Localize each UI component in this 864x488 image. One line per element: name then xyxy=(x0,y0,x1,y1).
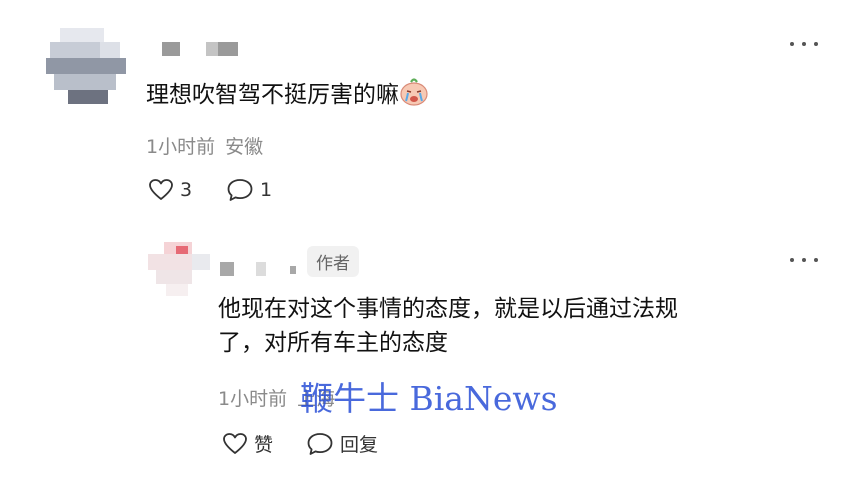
reply-text: 他现在对这个事情的态度，就是以后通过法规 了，对所有车主的态度 xyxy=(218,292,818,360)
comment-text: 理想吹智驾不挺厉害的嘛 xyxy=(146,78,429,112)
reply-username-blurred[interactable] xyxy=(220,262,300,276)
like-button[interactable]: 3 xyxy=(148,178,192,202)
reply-time: 1小时前 xyxy=(218,388,288,410)
username-blurred[interactable] xyxy=(162,42,242,56)
reply-label: 回复 xyxy=(340,434,379,456)
reply-more-options-icon[interactable] xyxy=(790,256,818,264)
comment-time: 1小时前 xyxy=(146,136,216,158)
author-badge: 作者 xyxy=(307,246,359,277)
reply-text-line1: 他现在对这个事情的态度，就是以后通过法规 xyxy=(218,296,678,322)
crying-face-emoji-icon xyxy=(399,78,429,106)
heart-icon xyxy=(222,432,248,456)
comment-body: 理想吹智驾不挺厉害的嘛 xyxy=(146,82,399,108)
like-count: 3 xyxy=(180,179,193,201)
reply-text-line2: 了，对所有车主的态度 xyxy=(218,330,448,356)
watermark: 鞭牛士 BiaNews xyxy=(300,379,558,418)
avatar[interactable] xyxy=(46,28,132,108)
more-options-icon[interactable] xyxy=(790,40,818,48)
reply-avatar[interactable] xyxy=(146,242,216,298)
comment-meta: 1小时前 安徽 xyxy=(146,132,263,159)
heart-icon xyxy=(148,178,174,202)
reply-count: 1 xyxy=(260,179,273,201)
comment-bubble-icon xyxy=(226,178,254,202)
reply-reply-button[interactable]: 回复 xyxy=(306,430,378,457)
comment-bubble-icon xyxy=(306,432,334,456)
reply-like-button[interactable]: 赞 xyxy=(222,430,273,457)
comment-location: 安徽 xyxy=(225,136,264,158)
like-label: 赞 xyxy=(254,434,274,456)
reply-button[interactable]: 1 xyxy=(226,178,272,202)
